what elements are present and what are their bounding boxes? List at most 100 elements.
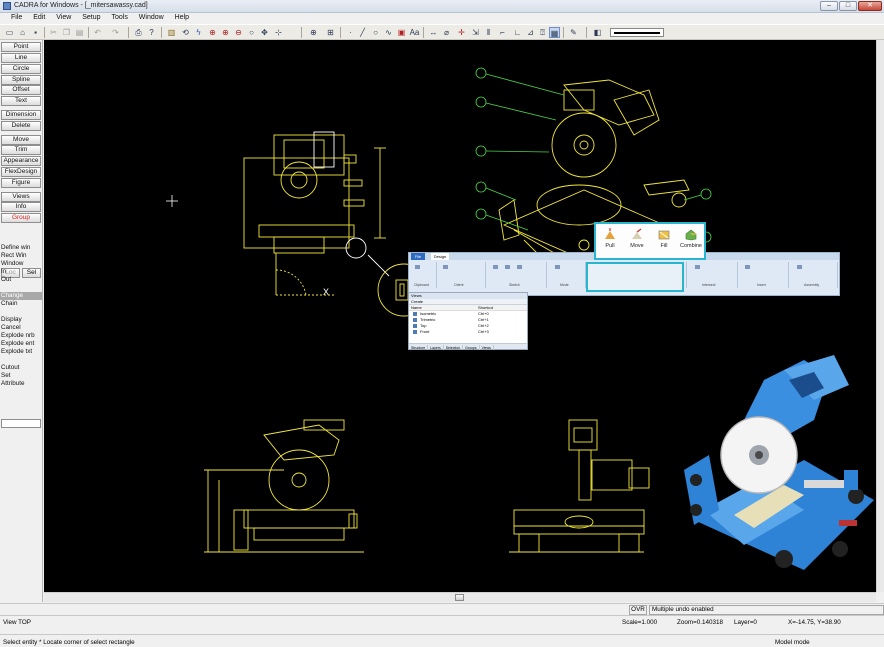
rear-view-drawing <box>509 419 650 553</box>
offset-button[interactable]: Offset <box>1 85 41 95</box>
zoom-in-icon[interactable]: ⊕ <box>220 27 231 38</box>
layer-status: Layer=0 <box>734 619 757 626</box>
menu-window[interactable]: Window <box>134 13 168 21</box>
info-button[interactable]: Info <box>1 202 41 212</box>
copy-icon[interactable]: ❐ <box>61 27 72 38</box>
rotate-icon[interactable]: ⟲ <box>180 27 191 38</box>
erase-icon[interactable]: ⌀ <box>441 27 452 38</box>
flexdesign-button[interactable]: FlexDesign <box>1 167 41 177</box>
option-define-win[interactable]: Define win <box>1 244 30 252</box>
home-icon <box>443 265 448 269</box>
view-status: View TOP <box>3 619 32 626</box>
trim-icon[interactable]: ⌐ <box>497 27 508 38</box>
vertical-scrollbar[interactable] <box>876 40 884 592</box>
group-button[interactable]: Group <box>1 213 41 223</box>
measure-icon[interactable]: ∟ <box>512 27 523 38</box>
mirror-icon[interactable]: ⫴ <box>483 27 494 38</box>
option-explode-ent[interactable]: Explode ent <box>1 340 34 348</box>
delete-button[interactable]: Delete <box>1 121 41 131</box>
select-icon[interactable]: ⍰ <box>537 27 548 38</box>
save-icon[interactable]: ▪ <box>30 27 41 38</box>
menu-tools[interactable]: Tools <box>107 13 132 21</box>
split-body-icon <box>695 265 700 269</box>
angle-icon[interactable]: ⊿ <box>525 27 536 38</box>
flash-icon[interactable]: ϟ <box>193 27 204 38</box>
pick-icon[interactable]: ▦ <box>549 27 560 38</box>
pan-icon[interactable]: ✥ <box>259 27 270 38</box>
menu-view[interactable]: View <box>51 13 75 21</box>
toolbar-separator <box>88 27 89 38</box>
dimension-button[interactable]: Dimension <box>1 110 41 120</box>
spline-button[interactable]: Spline <box>1 75 41 85</box>
move-icon[interactable]: ✛ <box>456 27 467 38</box>
minimize-button[interactable]: – <box>820 1 838 11</box>
target-icon[interactable]: ⊕ <box>308 27 319 38</box>
option-attribute[interactable]: Attribute <box>1 380 24 388</box>
zoom-fit-icon[interactable]: ○ <box>246 27 257 38</box>
paste-icon[interactable]: ▤ <box>74 27 85 38</box>
toolbar-separator <box>586 27 587 38</box>
copy-entity-icon[interactable]: ⇲ <box>470 27 481 38</box>
option-cutout[interactable]: Cutout <box>1 364 20 372</box>
horizontal-scrollbar[interactable] <box>44 592 876 602</box>
menu-setup[interactable]: Setup <box>77 13 104 21</box>
option-explode-txt[interactable]: Explode txt <box>1 348 32 356</box>
option-set[interactable]: Set <box>1 372 10 380</box>
snap-icon[interactable]: ⊹ <box>273 27 284 38</box>
figure-button[interactable]: Figure <box>1 178 41 188</box>
undo-icon[interactable]: ↶ <box>92 27 103 38</box>
line-button[interactable]: Line <box>1 53 41 63</box>
line-icon[interactable]: ╱ <box>357 27 368 38</box>
text-icon[interactable]: Aa <box>409 27 420 38</box>
rect-icon[interactable]: ▣ <box>396 27 407 38</box>
menu-help[interactable]: Help <box>170 13 193 21</box>
layers-icon[interactable]: ▥ <box>166 27 177 38</box>
line-style-select[interactable] <box>610 28 664 37</box>
axis-label: X <box>323 287 329 297</box>
toolbar-separator <box>301 27 302 38</box>
option-cancel[interactable]: Cancel <box>1 324 21 332</box>
point-button[interactable]: Point <box>1 42 41 52</box>
pen-icon[interactable]: ✎ <box>568 27 579 38</box>
circle-icon[interactable]: ○ <box>370 27 381 38</box>
redo-icon[interactable]: ↷ <box>110 27 121 38</box>
select-icon <box>555 265 560 269</box>
toolbar-separator <box>340 27 341 38</box>
menu-edit[interactable]: Edit <box>28 13 49 21</box>
circle-button[interactable]: Circle <box>1 64 41 74</box>
option-rect-win[interactable]: Rect Win <box>1 252 27 260</box>
grid-icon[interactable]: ⊞ <box>325 27 336 38</box>
dimension-icon[interactable]: ↔ <box>428 27 439 38</box>
menu-file[interactable]: File <box>6 13 26 21</box>
option-display[interactable]: Display <box>1 316 22 324</box>
zoom-window-icon[interactable]: ⊕ <box>207 27 218 38</box>
maximize-button[interactable]: □ <box>839 1 857 11</box>
option-window[interactable]: Window <box>1 260 23 268</box>
sel-button[interactable]: Sel <box>22 268 41 278</box>
help-icon[interactable]: ? <box>146 27 157 38</box>
option-in[interactable]: In <box>1 268 6 276</box>
cut-icon[interactable]: ✂ <box>48 27 59 38</box>
zoom-out-icon[interactable]: ⊖ <box>233 27 244 38</box>
option-explode-nrb[interactable]: Explode nrb <box>1 332 35 340</box>
text-button[interactable]: Text <box>1 96 41 106</box>
print-icon[interactable]: ⎙ <box>133 27 144 38</box>
scroll-thumb[interactable] <box>455 594 464 601</box>
point-icon[interactable]: · <box>345 27 356 38</box>
color-icon[interactable]: ◧ <box>592 27 603 38</box>
option-change[interactable]: Change <box>0 292 42 300</box>
close-button[interactable]: ✕ <box>858 1 882 11</box>
new-icon[interactable]: ▭ <box>4 27 15 38</box>
views-button[interactable]: Views <box>1 192 41 202</box>
prompt-text: Select entity * Locate corner of select … <box>3 639 135 646</box>
appearance-button[interactable]: Appearance <box>1 156 41 166</box>
command-panel: Point Line Circle Spline Offset Text Dim… <box>0 40 43 602</box>
line-icon <box>493 265 498 269</box>
trim-button[interactable]: Trim <box>1 145 41 155</box>
open-icon[interactable]: ⌂ <box>17 27 28 38</box>
command-input[interactable] <box>1 419 41 428</box>
option-out[interactable]: Out <box>1 276 11 284</box>
move-button[interactable]: Move <box>1 135 41 145</box>
spline-icon[interactable]: ∿ <box>383 27 394 38</box>
option-chain[interactable]: Chain <box>1 300 17 308</box>
